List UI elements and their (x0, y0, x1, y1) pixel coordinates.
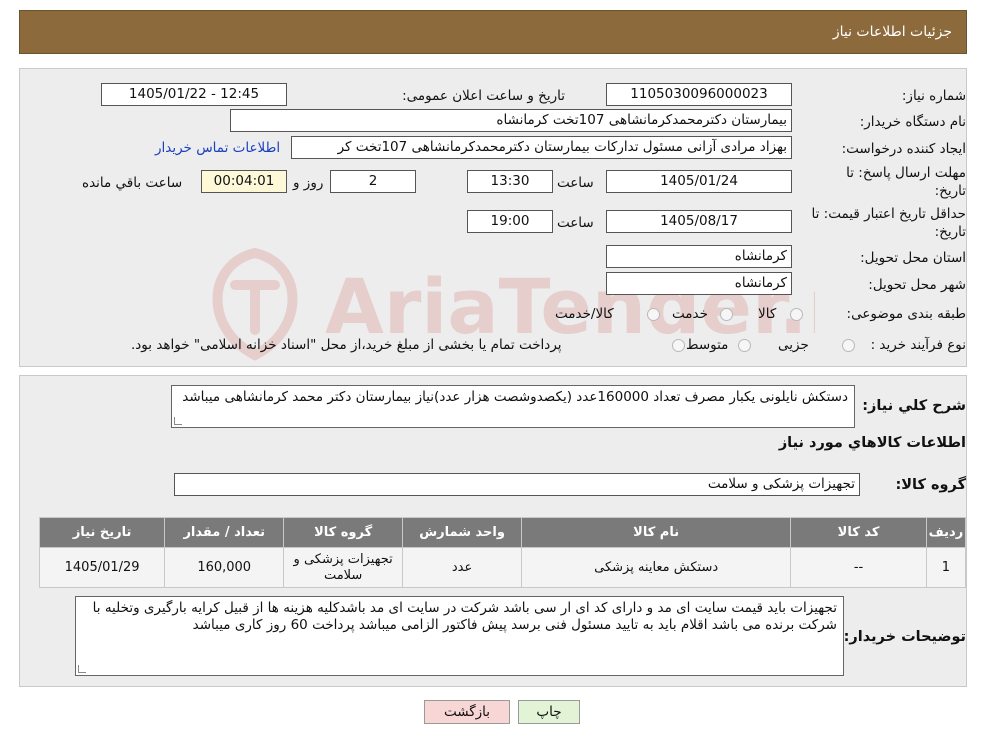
need-number-label: شماره نیاز: (901, 88, 966, 104)
deadline-time-label: ساعت (557, 175, 594, 191)
summary-textarea[interactable]: دستکش نایلونی یکبار مصرف تعداد 160000عدد… (171, 385, 855, 428)
days-remaining-field: 2 (330, 170, 416, 193)
process-radio-treasury[interactable] (672, 339, 685, 352)
cell-row: 1 (925, 547, 967, 588)
goods-group-field: تجهیزات پزشکی و سلامت (174, 473, 860, 496)
city-field: کرمانشاه (606, 272, 792, 295)
category-label: طبقه بندی موضوعی: (846, 306, 966, 322)
cell-unit: عدد (402, 547, 523, 588)
goods-group-label: گروه کالا: (895, 477, 966, 493)
col-row: رديف (925, 517, 967, 548)
buyer-contact-link[interactable]: اطلاعات تماس خریدار (155, 140, 280, 156)
summary-text: دستکش نایلونی یکبار مصرف تعداد 160000عدد… (182, 389, 848, 405)
process-option-minor: جزیی (778, 337, 809, 353)
category-option-goods: کالا (758, 306, 777, 322)
process-note: پرداخت تمام یا بخشی از مبلغ خرید،از محل … (131, 337, 562, 353)
buyer-label: نام دستگاه خریدار: (859, 114, 966, 130)
deadline-time-field: 13:30 (467, 170, 553, 193)
col-group: گروه کالا (283, 517, 404, 548)
cell-quantity: 160,000 (164, 547, 285, 588)
validity-label-date: تاریخ: (934, 224, 966, 240)
days-label: روز و (293, 175, 324, 191)
resize-handle-icon[interactable] (174, 417, 182, 425)
col-date: تاریخ نیاز (38, 517, 166, 548)
deadline-date-field: 1405/01/24 (606, 170, 792, 193)
cell-group: تجهیزات پزشکی و سلامت (283, 547, 404, 588)
province-field: کرمانشاه (606, 245, 792, 268)
category-option-goods-service: کالا/خدمت (555, 306, 614, 322)
announce-label: تاریخ و ساعت اعلان عمومی: (402, 88, 565, 104)
table-row: 1 -- دستکش معاینه پزشکی عدد تجهیزات پزشک… (38, 547, 967, 588)
goods-table: رديف کد کالا نام کالا واحد شمارش گروه کا… (38, 517, 967, 588)
back-button[interactable]: بازگشت (424, 700, 510, 724)
deadline-label-date: تاریخ: (934, 183, 966, 199)
page-title: جزئیات اطلاعات نیاز (832, 24, 952, 40)
process-radio-medium[interactable] (738, 339, 751, 352)
buyer-notes-label: توضیحات خریدار: (843, 629, 966, 645)
process-radio-minor[interactable] (842, 339, 855, 352)
category-radio-service[interactable] (720, 308, 733, 321)
validity-time-field: 19:00 (467, 210, 553, 233)
validity-time-label: ساعت (557, 215, 594, 231)
buyer-notes-textarea[interactable]: تجهیزات باید قیمت سایت ای مد و دارای کد … (75, 596, 844, 676)
col-unit: واحد شمارش (402, 517, 523, 548)
category-radio-goods[interactable] (790, 308, 803, 321)
deadline-label: مهلت ارسال پاسخ: تا (846, 165, 966, 181)
validity-label: حداقل تاریخ اعتبار قیمت: تا (811, 206, 966, 222)
cell-code: -- (790, 547, 927, 588)
category-radio-goods-service[interactable] (647, 308, 660, 321)
need-number-field: 1105030096000023 (606, 83, 792, 106)
col-quantity: تعداد / مقدار (164, 517, 285, 548)
creator-field: بهزاد مرادی آزانی مسئول تداركات بیمارستا… (291, 136, 792, 159)
goods-info-title: اطلاعات کالاهاي مورد نياز (778, 435, 966, 451)
col-name: نام کالا (521, 517, 792, 548)
process-option-medium: متوسط (686, 337, 729, 353)
buyer-field: بیمارستان دکترمحمدکرمانشاهی 107تخت کرمان… (230, 109, 792, 132)
buyer-notes-text: تجهیزات باید قیمت سایت ای مد و دارای کد … (92, 600, 837, 633)
category-option-service: خدمت (672, 306, 708, 322)
summary-label: شرح کلي نياز: (862, 398, 966, 414)
time-remaining-label: ساعت باقي مانده (82, 175, 183, 191)
city-label: شهر محل تحویل: (868, 277, 966, 293)
time-remaining-field: 00:04:01 (201, 170, 287, 193)
cell-date: 1405/01/29 (38, 547, 166, 588)
validity-date-field: 1405/08/17 (606, 210, 792, 233)
table-header-row: رديف کد کالا نام کالا واحد شمارش گروه کا… (38, 517, 967, 548)
cell-name: دستکش معاینه پزشکی (521, 547, 792, 588)
province-label: استان محل تحویل: (860, 250, 966, 266)
page-header: جزئیات اطلاعات نیاز (19, 10, 967, 54)
process-label: نوع فرآیند خرید : (870, 337, 966, 353)
announce-datetime-field: 1405/01/22 - 12:45 (101, 83, 287, 106)
creator-label: ایجاد کننده درخواست: (841, 141, 966, 157)
print-button[interactable]: چاپ (518, 700, 580, 724)
col-code: کد کالا (790, 517, 927, 548)
resize-handle-icon[interactable] (78, 665, 86, 673)
